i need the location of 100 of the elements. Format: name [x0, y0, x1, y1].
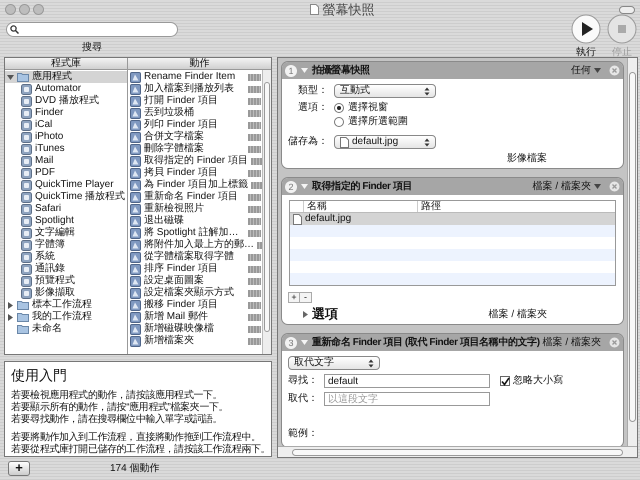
vertical-scrollbar[interactable]: [627, 58, 637, 446]
add-button[interactable]: +: [8, 460, 30, 476]
library-item[interactable]: 通訊錄: [5, 263, 127, 275]
action-item[interactable]: 重新命名 Finder 項目: [144, 191, 245, 203]
library-item[interactable]: 系統: [5, 251, 127, 263]
action-item[interactable]: 取得指定的 Finder 項目: [144, 155, 248, 167]
library-item[interactable]: Finder: [5, 107, 127, 119]
action-item[interactable]: 刪除字體檔案: [144, 143, 245, 155]
library-item[interactable]: iTunes: [5, 143, 127, 155]
action-item[interactable]: 拷貝 Finder 項目: [144, 167, 245, 179]
search-label: 搜尋: [82, 42, 102, 54]
text-field[interactable]: 以這段文字: [324, 392, 490, 406]
caret-icon[interactable]: [594, 68, 601, 73]
library-item[interactable]: 文字編輯: [5, 227, 127, 239]
toolbar-toggle-button[interactable]: [619, 6, 635, 14]
options-label[interactable]: 選項: [312, 307, 338, 321]
step-number: 2: [285, 180, 297, 192]
popup-button[interactable]: default.jpg: [334, 135, 436, 149]
close-icon[interactable]: [609, 337, 620, 348]
action-item[interactable]: 搬移 Finder 項目: [144, 299, 245, 311]
library-item[interactable]: Spotlight: [5, 215, 127, 227]
action-item[interactable]: 加入檔案到播放列表: [144, 83, 245, 95]
library-item[interactable]: 預覽程式: [5, 275, 127, 287]
library-item[interactable]: iCal: [5, 119, 127, 131]
action-item[interactable]: 新增檔案夾: [144, 335, 245, 347]
updown-arrows-icon: [424, 86, 430, 96]
action-item[interactable]: 將附件加入最上方的郵…: [144, 239, 254, 251]
action-title: 拍攝螢幕快照: [312, 64, 370, 76]
action-item[interactable]: 打開 Finder 項目: [144, 95, 245, 107]
popup-button[interactable]: 取代文字: [288, 356, 380, 370]
output-type-label: 影像檔案: [507, 153, 547, 165]
library-item[interactable]: Mail: [5, 155, 127, 167]
horizontal-scrollbar[interactable]: [278, 446, 637, 457]
relevance-bar: [248, 266, 261, 272]
column-header[interactable]: 動作: [128, 58, 271, 69]
play-icon: [571, 14, 601, 44]
relevance-bar: [250, 182, 262, 188]
close-icon[interactable]: [609, 181, 620, 192]
window-control-icon[interactable]: [33, 4, 44, 16]
library-item[interactable]: PDF: [5, 167, 127, 179]
action-item[interactable]: 新增 Mail 郵件: [144, 311, 245, 323]
library-item[interactable]: 未命名: [5, 323, 127, 335]
popup-button[interactable]: 互動式: [334, 84, 436, 98]
remove-button[interactable]: -: [300, 292, 312, 303]
input-type-label[interactable]: 檔案 / 檔案夾: [532, 180, 591, 192]
library-item[interactable]: iPhoto: [5, 131, 127, 143]
action-item[interactable]: 合併文字檔案: [144, 131, 245, 143]
checkbox[interactable]: [500, 376, 510, 386]
add-button[interactable]: +: [288, 292, 300, 303]
action-item[interactable]: 新增磁碟映像檔: [144, 323, 245, 335]
run-button[interactable]: 執行: [570, 14, 602, 58]
library-item[interactable]: 標本工作流程: [5, 299, 127, 311]
action-item[interactable]: 為 Finder 項目加上標籤: [144, 179, 248, 191]
library-item[interactable]: Safari: [5, 203, 127, 215]
relevance-bar: [248, 74, 261, 80]
window-control-icon[interactable]: [19, 4, 30, 16]
text-field[interactable]: default: [324, 374, 490, 388]
column-header[interactable]: 名稱: [304, 201, 418, 212]
radio-button[interactable]: [334, 103, 344, 113]
action-item[interactable]: Rename Finder Item: [144, 71, 245, 83]
library-item[interactable]: QuickTime Player: [5, 179, 127, 191]
disclosure-triangle-icon[interactable]: [7, 314, 14, 320]
caret-icon[interactable]: [594, 184, 601, 189]
column-header[interactable]: 路徑: [418, 201, 615, 212]
app-icon: [21, 168, 32, 178]
library-item[interactable]: 我的工作流程: [5, 311, 127, 323]
library-item[interactable]: DVD 播放程式: [5, 95, 127, 107]
disclosure-triangle-icon[interactable]: [302, 310, 309, 318]
radio-button[interactable]: [334, 117, 344, 127]
relevance-bar: [248, 194, 261, 200]
window-control-icon[interactable]: [5, 4, 16, 16]
library-item[interactable]: 應用程式: [5, 71, 127, 83]
updown-arrows-icon: [424, 138, 430, 146]
action-item[interactable]: 列印 Finder 項目: [144, 119, 245, 131]
disclosure-triangle-icon[interactable]: [7, 74, 14, 80]
close-icon[interactable]: [609, 65, 620, 76]
help-title: 使用入門: [11, 366, 68, 384]
action-title: 取得指定的 Finder 項目: [312, 180, 412, 192]
file-row[interactable]: default.jpg: [290, 213, 615, 225]
action-item[interactable]: 設定檔案夾顯示方式: [144, 287, 245, 299]
action-item[interactable]: 退出磁碟: [144, 215, 245, 227]
action-item[interactable]: 重新檢視照片: [144, 203, 245, 215]
library-item[interactable]: Automator: [5, 83, 127, 95]
input-type-label[interactable]: 任何: [571, 64, 591, 76]
relevance-bar: [248, 338, 261, 344]
library-item[interactable]: 影像擷取: [5, 287, 127, 299]
search-field[interactable]: [6, 22, 178, 36]
action-item[interactable]: 從字體檔案取得字體: [144, 251, 245, 263]
disclosure-triangle-icon[interactable]: [7, 302, 14, 308]
document-icon: [310, 4, 318, 16]
relevance-bar: [248, 86, 261, 92]
vertical-scrollbar[interactable]: [262, 70, 271, 354]
library-item[interactable]: 字體簿: [5, 239, 127, 251]
library-item[interactable]: QuickTime 播放程式: [5, 191, 127, 203]
action-item[interactable]: 設定桌面圖案: [144, 275, 245, 287]
column-header[interactable]: 程式庫: [5, 58, 128, 69]
help-text: 若要將動作加入到工作流程，直接將動作拖到工作流程中。: [11, 432, 262, 444]
action-item[interactable]: 將 Spotlight 註解加…: [144, 227, 245, 239]
action-item[interactable]: 丟到垃圾桶: [144, 107, 245, 119]
action-item[interactable]: 排序 Finder 項目: [144, 263, 245, 275]
